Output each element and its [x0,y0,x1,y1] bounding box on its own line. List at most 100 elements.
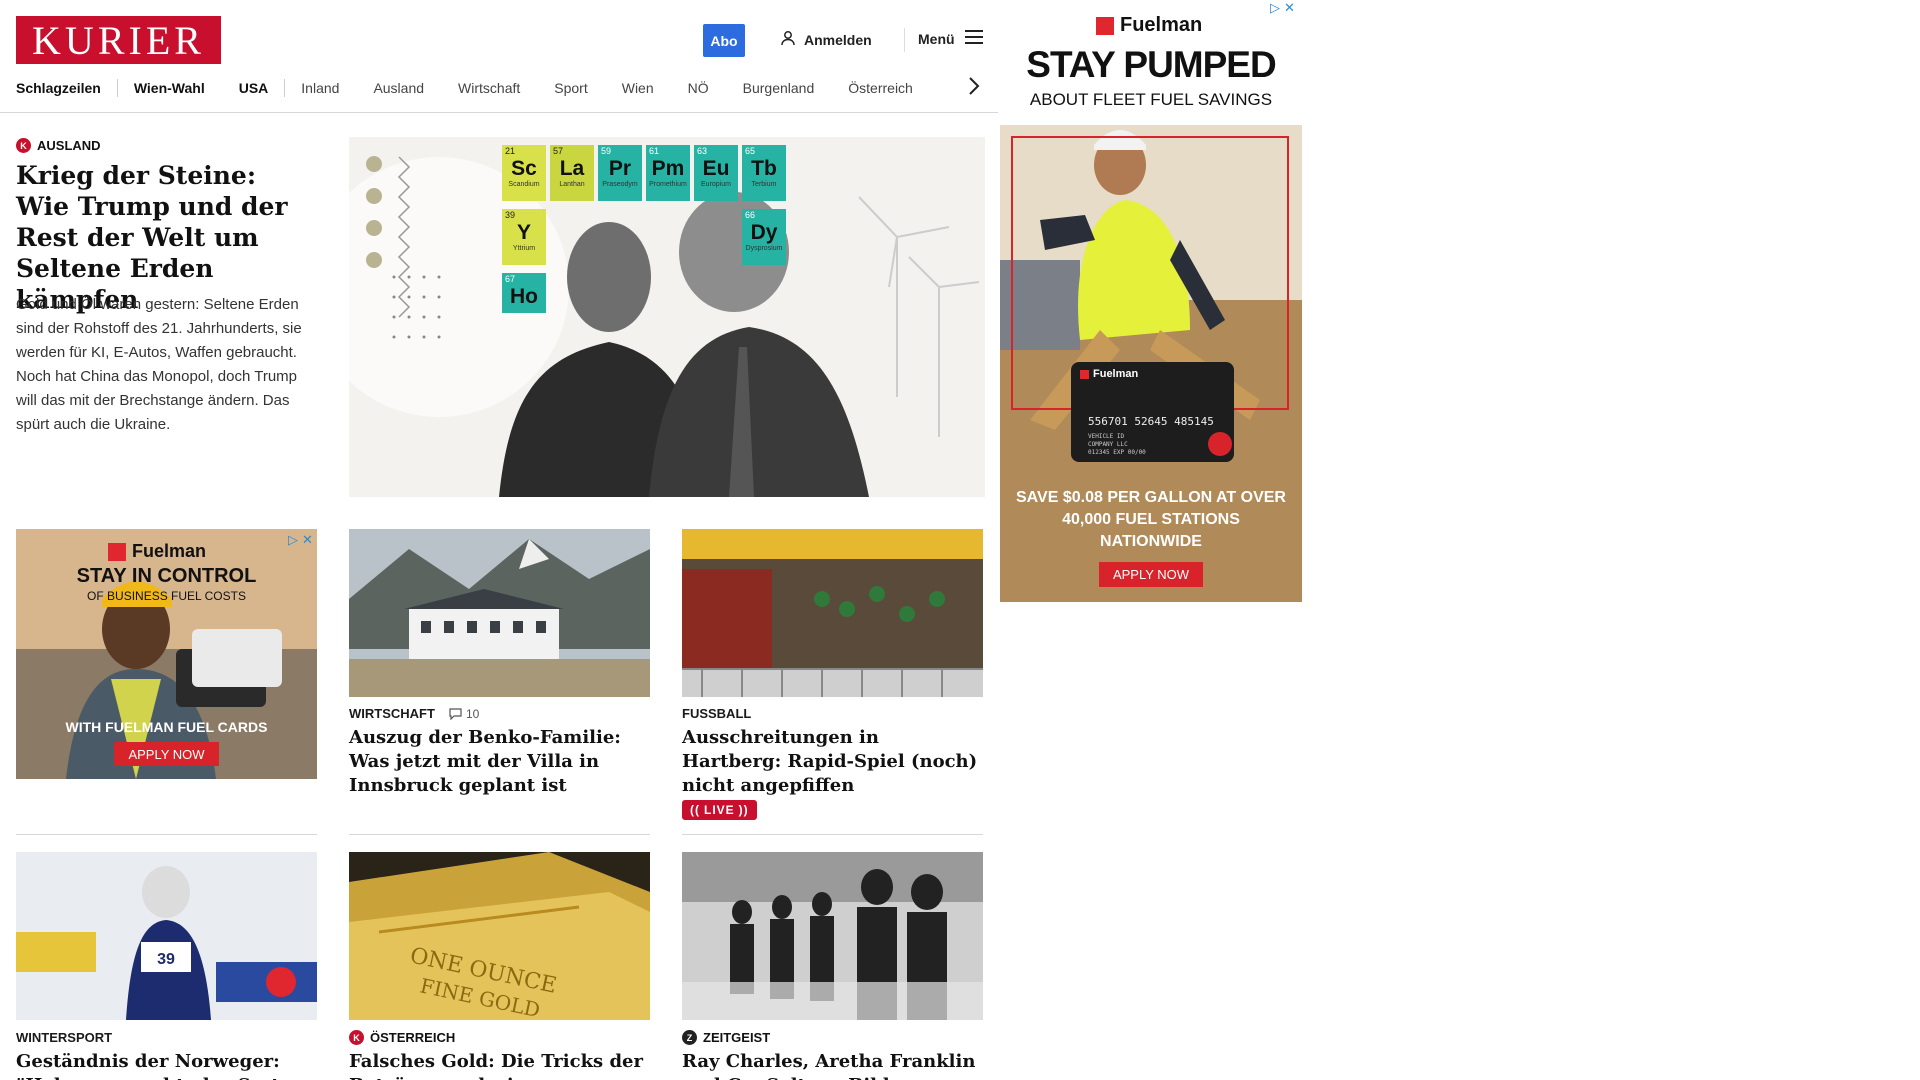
ad-sidebar-apply-button[interactable]: APPLY NOW [1099,562,1203,587]
ad-sidebar-brand-label: Fuelman [1120,14,1203,36]
article-kicker-label: ÖSTERREICH [370,1030,456,1045]
ad-sidebar-headline: STAY PUMPED [1026,44,1276,85]
live-badge-label: LIVE [704,803,735,817]
article-image-zeitgeist[interactable] [682,852,983,1020]
ad-inline-brand-label: Fuelman [132,541,207,561]
article-kicker-label: ZEITGEIST [703,1030,771,1045]
nav-scroll-right-icon[interactable] [968,76,980,102]
nav-item-wien[interactable]: Wien [622,80,654,96]
villa-photo [349,529,650,697]
menu-button[interactable]: Menü [918,30,983,47]
row-divider [349,834,650,835]
top-story-image[interactable]: 21 Sc Scandium 57 La Lanthan 59 Pr Prase… [349,137,985,497]
nav-item-usa[interactable]: USA [239,80,269,96]
ad-sidebar-brand: Fuelman [1096,14,1202,37]
ad-sidebar-offer: SAVE $0.08 PER GALLON AT OVER 40,000 FUE… [1016,489,1286,550]
ad-inline-fuelman[interactable]: ▷ ✕ Fuelman STAY IN CONTROL OF BUSINESS F… [16,529,317,779]
fuel-card-chip-icon [1208,432,1232,456]
top-story-title[interactable]: Krieg der Steine: Wie Trump und der Rest… [16,160,316,315]
article-kicker-zeitgeist[interactable]: Z ZEITGEIST [682,1030,770,1045]
article-image-hartberg[interactable] [682,529,983,697]
row-divider [16,834,317,835]
article-title-zeitgeist[interactable]: Ray Charles, Aretha Franklin und Co: Sel… [682,1050,983,1080]
fuel-card-details: VEHICLE ID COMPANY LLC 012345 EXP 00/00 [1088,433,1146,456]
nav-item-noe[interactable]: NÖ [688,80,709,96]
article-title-hartberg[interactable]: Ausschreitungen in Hartberg: Rapid-Spiel… [682,726,983,798]
ad-sidebar-subline: ABOUT FLEET FUEL SAVINGS [1029,90,1273,109]
element-tile: 63 Eu Europium [694,145,738,201]
element-tile: 67 Ho [502,273,546,313]
article-image-wintersport[interactable]: 39 [16,852,317,1020]
nav-separator [116,79,118,97]
top-story-teaser[interactable]: Gold und Öl waren gestern: Seltene Erden… [16,293,321,437]
ad-inline-subline: OF BUSINESS FUEL COSTS [87,589,246,603]
live-signal-icon: (( [690,803,700,817]
ad-choices[interactable]: ▷ ✕ [288,532,313,548]
nav-divider [0,112,998,113]
legends-photo [682,852,983,1020]
element-tile: 21 Sc Scandium [502,145,546,201]
element-tile: 57 La Lanthan [550,145,594,201]
ad-choices[interactable]: ▷ ✕ [1270,0,1295,16]
abo-button[interactable]: Abo [703,24,745,57]
nav-item-ausland[interactable]: Ausland [373,80,424,96]
element-tile: 61 Pm Promethium [646,145,690,201]
kurier-logo[interactable]: KURIER [16,16,221,64]
ski-jumper-photo: 39 [16,852,317,1020]
kurier-plus-icon: K [349,1030,364,1045]
row-divider [682,834,983,835]
header-divider [904,28,905,52]
fuelman-logo-icon [108,542,126,561]
live-signal-icon: )) [738,803,749,817]
article-kicker-label: WIRTSCHAFT [349,706,435,721]
top-story-kicker[interactable]: K AUSLAND [16,138,101,153]
user-icon [780,30,796,49]
fuelman-logo-icon [1096,16,1114,35]
fuel-card-brand: Fuelman [1080,368,1138,380]
kurier-plus-icon: K [16,138,31,153]
ad-sidebar-fuelman[interactable]: ▷ ✕ Fuelman STAY PUMPED ABOUT FLEET FUEL … [1000,0,1302,602]
live-badge: (( LIVE )) [682,800,757,820]
section-nav: Schlagzeilen Wien-Wahl USA Inland Auslan… [16,78,947,98]
element-tile: 59 Pr Praseodym [598,145,642,201]
nav-item-schlagzeilen[interactable]: Schlagzeilen [16,80,101,96]
zeitgeist-icon: Z [682,1030,697,1045]
nav-item-sport[interactable]: Sport [554,80,587,96]
ad-inline-brand: Fuelman [108,541,206,562]
gold-bars-photo: ONE OUNCE FINE GOLD [349,852,650,1020]
adchoices-icon[interactable]: ▷ [1270,0,1280,16]
adchoices-icon[interactable]: ▷ [288,532,298,548]
element-tile: 65 Tb Terbium [742,145,786,201]
article-kicker-oesterreich[interactable]: K ÖSTERREICH [349,1030,455,1045]
element-tile: 39 Y Yttrium [502,209,546,265]
close-icon[interactable]: ✕ [302,532,313,548]
comment-count-value: 10 [465,706,480,721]
close-icon[interactable]: ✕ [1284,0,1295,16]
ad-inline-apply-button[interactable]: APPLY NOW [114,742,219,766]
article-title-gold[interactable]: Falsches Gold: Die Tricks der Betrüger u… [349,1050,650,1080]
ad-inline-headline: STAY IN CONTROL [76,565,257,587]
article-kicker-benko[interactable]: WIRTSCHAFT 10 [349,706,479,721]
nav-separator [284,79,286,97]
hamburger-icon [964,30,983,47]
nav-item-burgenland[interactable]: Burgenland [743,80,815,96]
svg-text:39: 39 [157,951,175,968]
article-kicker-wintersport[interactable]: WINTERSPORT [16,1030,112,1045]
nav-item-wien-wahl[interactable]: Wien-Wahl [134,80,205,96]
fuelman-logo-icon [1080,369,1089,379]
login-label: Anmelden [804,31,872,48]
fuel-card-brand-label: Fuelman [1093,368,1139,380]
article-kicker-hartberg[interactable]: FUSSBALL [682,706,751,721]
comment-count[interactable]: 10 [449,707,479,721]
nav-item-wirtschaft[interactable]: Wirtschaft [458,80,520,96]
article-image-benko[interactable] [349,529,650,697]
login-button[interactable]: Anmelden [780,30,872,49]
top-story-kicker-label: AUSLAND [37,138,101,153]
nav-item-inland[interactable]: Inland [301,80,339,96]
nav-item-oesterreich[interactable]: Österreich [848,80,913,96]
article-title-wintersport[interactable]: Geständnis der Norweger: "Haben versucht… [16,1050,317,1080]
stadium-photo [682,529,983,697]
article-image-gold[interactable]: ONE OUNCE FINE GOLD [349,852,650,1020]
article-title-benko[interactable]: Auszug der Benko-Familie: Was jetzt mit … [349,726,650,798]
fuel-card-number: 556701 52645 485145 [1088,415,1214,428]
